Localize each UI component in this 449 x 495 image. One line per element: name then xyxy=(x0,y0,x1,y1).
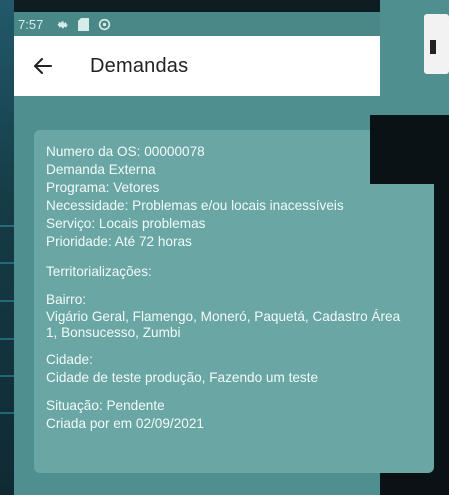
territorializacoes-label: Territorializações: xyxy=(46,264,152,279)
back-arrow-icon[interactable] xyxy=(30,54,56,78)
background-overlay xyxy=(370,115,449,184)
prioridade: Prioridade: Até 72 horas xyxy=(46,234,192,249)
bairro-label: Bairro: xyxy=(46,292,87,307)
bairro-value: Vigário Geral, Flamengo, Moneró, Paquetá… xyxy=(46,309,401,340)
status-bar: 7:57 xyxy=(14,12,380,36)
sd-card-icon xyxy=(76,17,90,31)
servico: Serviço: Locais problemas xyxy=(46,216,206,231)
settings-icon xyxy=(55,17,69,31)
numero-os: Numero da OS: 00000078 xyxy=(46,144,205,159)
demanda-tipo: Demanda Externa xyxy=(46,162,156,177)
app-screen: 7:57 Demandas Numero da OS: 00000078 Dem… xyxy=(14,12,434,495)
criada-por: Criada por em 02/09/2021 xyxy=(46,416,204,431)
necessidade: Necessidade: Problemas e/ou locais inace… xyxy=(46,198,344,213)
cidade-value: Cidade de teste produção, Fazendo um tes… xyxy=(46,370,319,385)
situacao: Situação: Pendente xyxy=(46,398,165,413)
sync-icon xyxy=(97,17,111,31)
background-panel-left xyxy=(0,0,14,495)
cidade-label: Cidade: xyxy=(46,352,93,367)
programa: Programa: Vetores xyxy=(46,180,160,195)
app-bar: Demandas xyxy=(14,36,380,96)
content-area: Numero da OS: 00000078 Demanda Externa P… xyxy=(14,96,434,495)
background-panel-top xyxy=(14,0,380,12)
page-title: Demandas xyxy=(90,55,189,77)
status-time: 7:57 xyxy=(18,16,44,32)
